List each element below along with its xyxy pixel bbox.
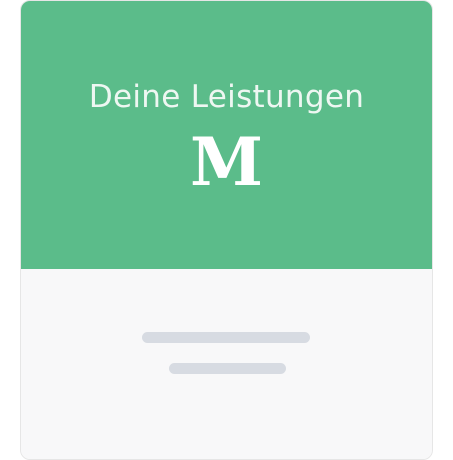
card-title: Deine Leistungen <box>88 79 365 115</box>
tier-letter: M <box>189 123 264 201</box>
benefits-card[interactable]: Deine Leistungen M <box>20 0 433 460</box>
card-header: Deine Leistungen M <box>21 1 432 269</box>
card-body <box>21 269 432 459</box>
skeleton-line <box>142 332 310 343</box>
skeleton-line <box>169 363 286 374</box>
